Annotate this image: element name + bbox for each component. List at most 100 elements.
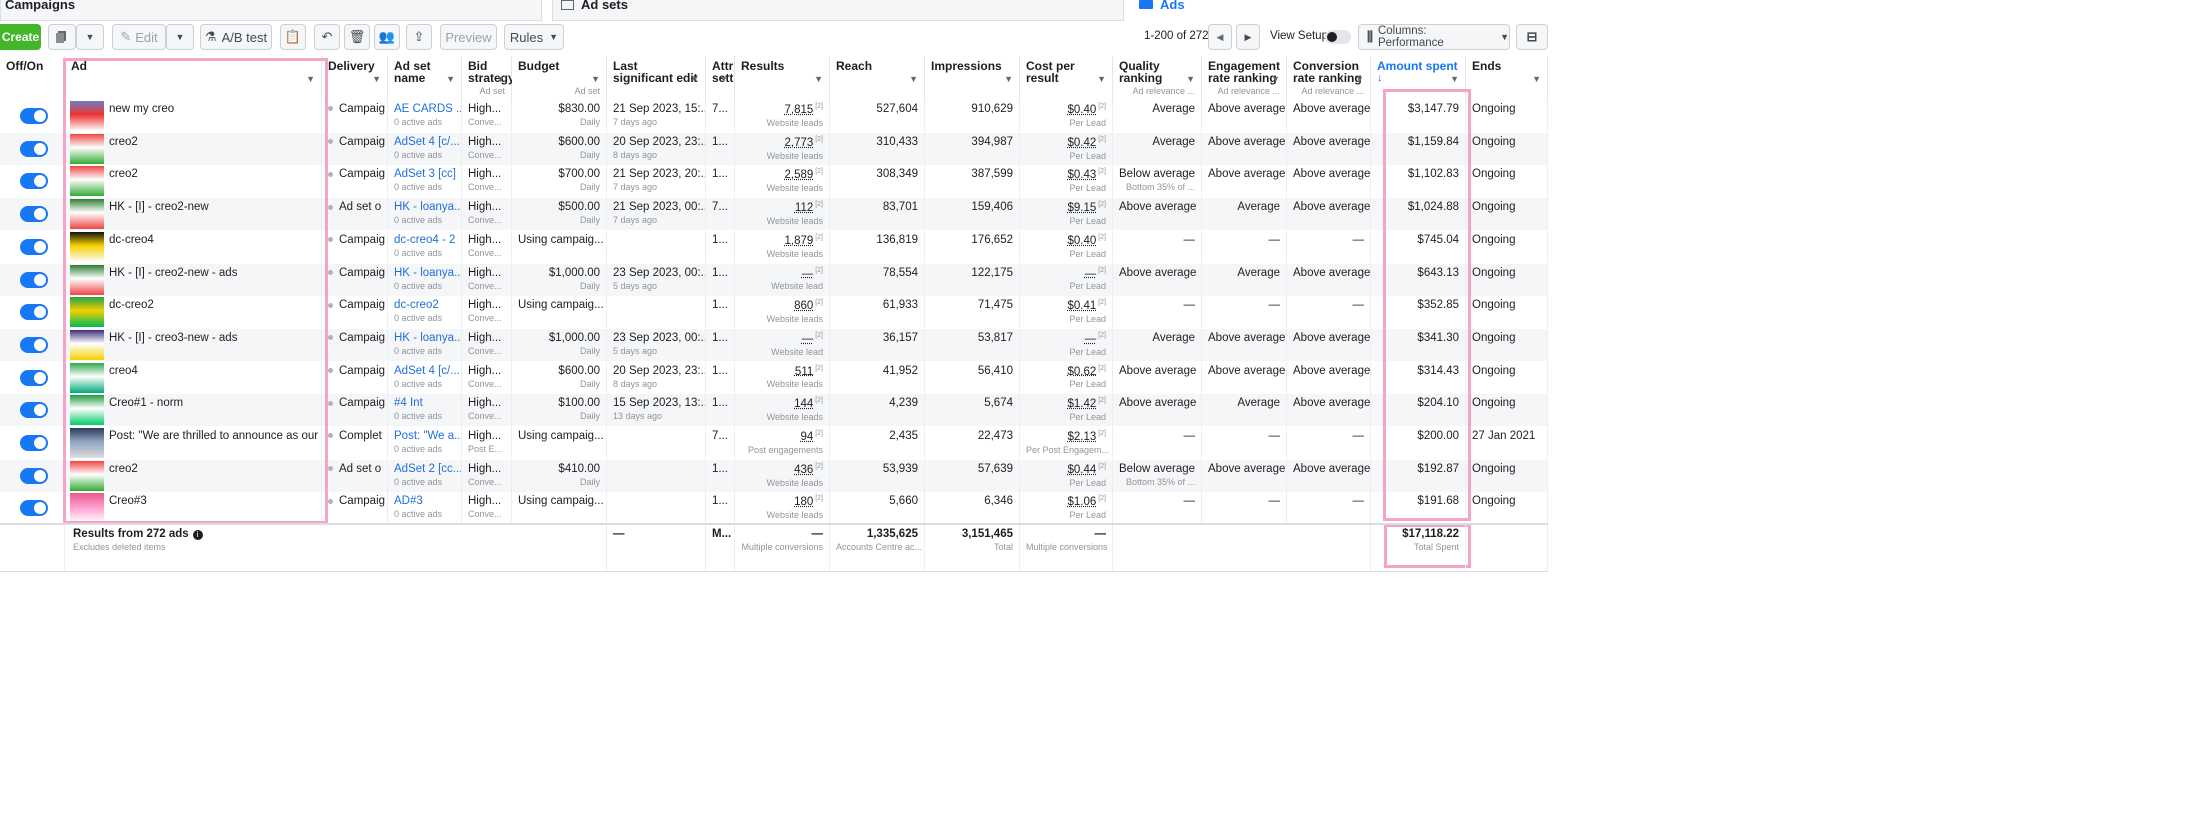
chevron-down-icon[interactable]: ▼ — [1097, 74, 1106, 84]
ad-toggle[interactable] — [20, 173, 48, 189]
create-button[interactable]: Create — [0, 24, 41, 50]
view-setup-toggle[interactable] — [1325, 30, 1351, 44]
header-results[interactable]: Results ▼ — [735, 56, 830, 101]
preview-button[interactable]: Preview — [440, 24, 497, 50]
header-delivery[interactable]: Delivery ▼ — [322, 56, 388, 101]
ad-cell[interactable]: new my creo — [65, 100, 322, 132]
chevron-down-icon[interactable]: ▼ — [1271, 74, 1280, 84]
header-ad[interactable]: Ad ▼ — [65, 56, 322, 101]
adset-name-cell-value[interactable]: HK - loanya... — [394, 267, 462, 279]
ad-name[interactable]: Creo#1 - norm — [109, 397, 183, 409]
ad-name[interactable]: creo2 — [109, 136, 138, 148]
share-button[interactable]: ⇪ — [406, 24, 432, 50]
ad-cell[interactable]: Post: "We are thrilled to announce as ou… — [65, 427, 322, 459]
header-budget[interactable]: Budget Ad set ▼ — [512, 56, 607, 101]
header-attribution[interactable]: Attr sett ▼ — [706, 56, 735, 101]
adset-name-cell-value[interactable]: HK - loanya... — [394, 332, 462, 344]
chevron-down-icon[interactable]: ▼ — [909, 74, 918, 84]
chevron-down-icon[interactable]: ▼ — [591, 74, 600, 84]
chevron-down-icon[interactable]: ▼ — [1450, 74, 1459, 84]
ad-name[interactable]: Post: "We are thrilled to announce as ou… — [109, 430, 322, 442]
header-cost-per-result[interactable]: Cost per result ▼ — [1020, 56, 1113, 101]
ad-cell[interactable]: dc-creo4 — [65, 231, 322, 263]
ad-name[interactable]: dc-creo2 — [109, 299, 154, 311]
ad-toggle[interactable] — [20, 108, 48, 124]
ad-toggle[interactable] — [20, 272, 48, 288]
ad-cell[interactable]: creo2 — [65, 460, 322, 492]
ad-name[interactable]: new my creo — [109, 103, 174, 115]
duplicate-button[interactable] — [48, 24, 76, 50]
adset-name-cell-value[interactable]: dc-creo2 — [394, 299, 439, 311]
header-impressions[interactable]: Impressions ▼ — [925, 56, 1020, 101]
rules-button[interactable]: Rules ▼ — [504, 24, 564, 50]
ad-toggle[interactable] — [20, 206, 48, 222]
edit-button[interactable]: ✎ Edit — [112, 24, 166, 50]
adset-name-cell-value[interactable]: AdSet 4 [c/... — [394, 136, 460, 148]
adset-name-cell-value[interactable]: AdSet 2 [cc... — [394, 463, 462, 475]
prev-page-button[interactable]: ◀ — [1208, 24, 1232, 50]
edit-dropdown[interactable]: ▼ — [166, 24, 194, 50]
ad-cell[interactable]: HK - [I] - creo3-new - ads — [65, 329, 322, 361]
ab-test-button[interactable]: ⚗ A/B test — [200, 24, 272, 50]
chevron-down-icon[interactable]: ▼ — [1355, 74, 1364, 84]
ad-name[interactable]: HK - [I] - creo2-new — [109, 201, 209, 213]
ad-toggle[interactable] — [20, 500, 48, 516]
ad-name[interactable]: creo2 — [109, 463, 138, 475]
chevron-down-icon[interactable]: ▼ — [814, 74, 823, 84]
ad-name[interactable]: creo2 — [109, 168, 138, 180]
ad-toggle[interactable] — [20, 141, 48, 157]
ad-toggle[interactable] — [20, 337, 48, 353]
ad-cell[interactable]: creo4 — [65, 362, 322, 394]
chevron-down-icon[interactable]: ▼ — [1532, 74, 1541, 84]
ad-cell[interactable]: HK - [I] - creo2-new — [65, 198, 322, 230]
chevron-down-icon[interactable]: ▼ — [690, 74, 699, 84]
ad-cell[interactable]: Creo#1 - norm — [65, 394, 322, 426]
delete-button[interactable]: 🗑 — [344, 24, 370, 50]
header-bid-strategy[interactable]: Bid strategy Ad set ▼ — [462, 56, 512, 101]
next-page-button[interactable]: ▶ — [1236, 24, 1260, 50]
ad-name[interactable]: HK - [I] - creo2-new - ads — [109, 267, 237, 279]
adset-name-cell-value[interactable]: Post: "We a... — [394, 430, 462, 442]
ad-name[interactable]: creo4 — [109, 365, 138, 377]
chevron-down-icon[interactable]: ▼ — [446, 74, 455, 84]
ad-cell[interactable]: dc-creo2 — [65, 296, 322, 328]
header-conversion-ranking[interactable]: Conversion rate ranking Ad relevance ... ▼ — [1287, 56, 1371, 101]
breakdown-button[interactable]: ⊟ — [1516, 24, 1548, 50]
header-last-edit[interactable]: Last significant edit ▼ — [607, 56, 706, 101]
adset-name-cell-value[interactable]: AdSet 3 [cc] — [394, 168, 456, 180]
clipboard-button[interactable]: 📋 — [280, 24, 306, 50]
duplicate-dropdown[interactable]: ▼ — [76, 24, 104, 50]
columns-button[interactable]: ⫼ Columns: Performance ▼ — [1358, 24, 1510, 50]
tab-adsets[interactable]: Ad sets — [552, 0, 1124, 21]
ad-cell[interactable]: Creo#3 — [65, 492, 322, 524]
ad-toggle[interactable] — [20, 468, 48, 484]
ad-toggle[interactable] — [20, 304, 48, 320]
adset-name-cell-value[interactable]: dc-creo4 - 2 — [394, 234, 455, 246]
audience-button[interactable]: 👥 — [374, 24, 400, 50]
chevron-down-icon[interactable]: ▼ — [1004, 74, 1013, 84]
chevron-down-icon[interactable]: ▼ — [372, 74, 381, 84]
header-ends[interactable]: Ends ▼ — [1466, 56, 1548, 101]
ad-toggle[interactable] — [20, 435, 48, 451]
adset-name-cell-value[interactable]: #4 Int — [394, 397, 423, 409]
ad-name[interactable]: HK - [I] - creo3-new - ads — [109, 332, 237, 344]
info-icon[interactable]: i — [193, 530, 203, 540]
adset-name-cell-value[interactable]: HK - loanya... — [394, 201, 462, 213]
ad-toggle[interactable] — [20, 239, 48, 255]
adset-name-cell-value[interactable]: AdSet 4 [c/... — [394, 365, 460, 377]
header-offon[interactable]: Off/On — [0, 56, 65, 101]
ad-cell[interactable]: HK - [I] - creo2-new - ads — [65, 264, 322, 296]
ad-toggle[interactable] — [20, 402, 48, 418]
header-quality-ranking[interactable]: Quality ranking Ad relevance ... ▼ — [1113, 56, 1202, 101]
chevron-down-icon[interactable]: ▼ — [496, 74, 505, 84]
ad-name[interactable]: dc-creo4 — [109, 234, 154, 246]
adset-name-cell-value[interactable]: AD#3 — [394, 495, 423, 507]
chevron-down-icon[interactable]: ▼ — [1186, 74, 1195, 84]
tab-campaigns[interactable]: Campaigns — [0, 0, 542, 21]
ad-name[interactable]: Creo#3 — [109, 495, 147, 507]
header-amount-spent[interactable]: Amount spent ↓ ▼ — [1371, 56, 1466, 101]
chevron-down-icon[interactable]: ▼ — [719, 74, 728, 84]
ad-cell[interactable]: creo2 — [65, 133, 322, 165]
ad-cell[interactable]: creo2 — [65, 165, 322, 197]
header-adset-name[interactable]: Ad set name ▼ — [388, 56, 462, 101]
